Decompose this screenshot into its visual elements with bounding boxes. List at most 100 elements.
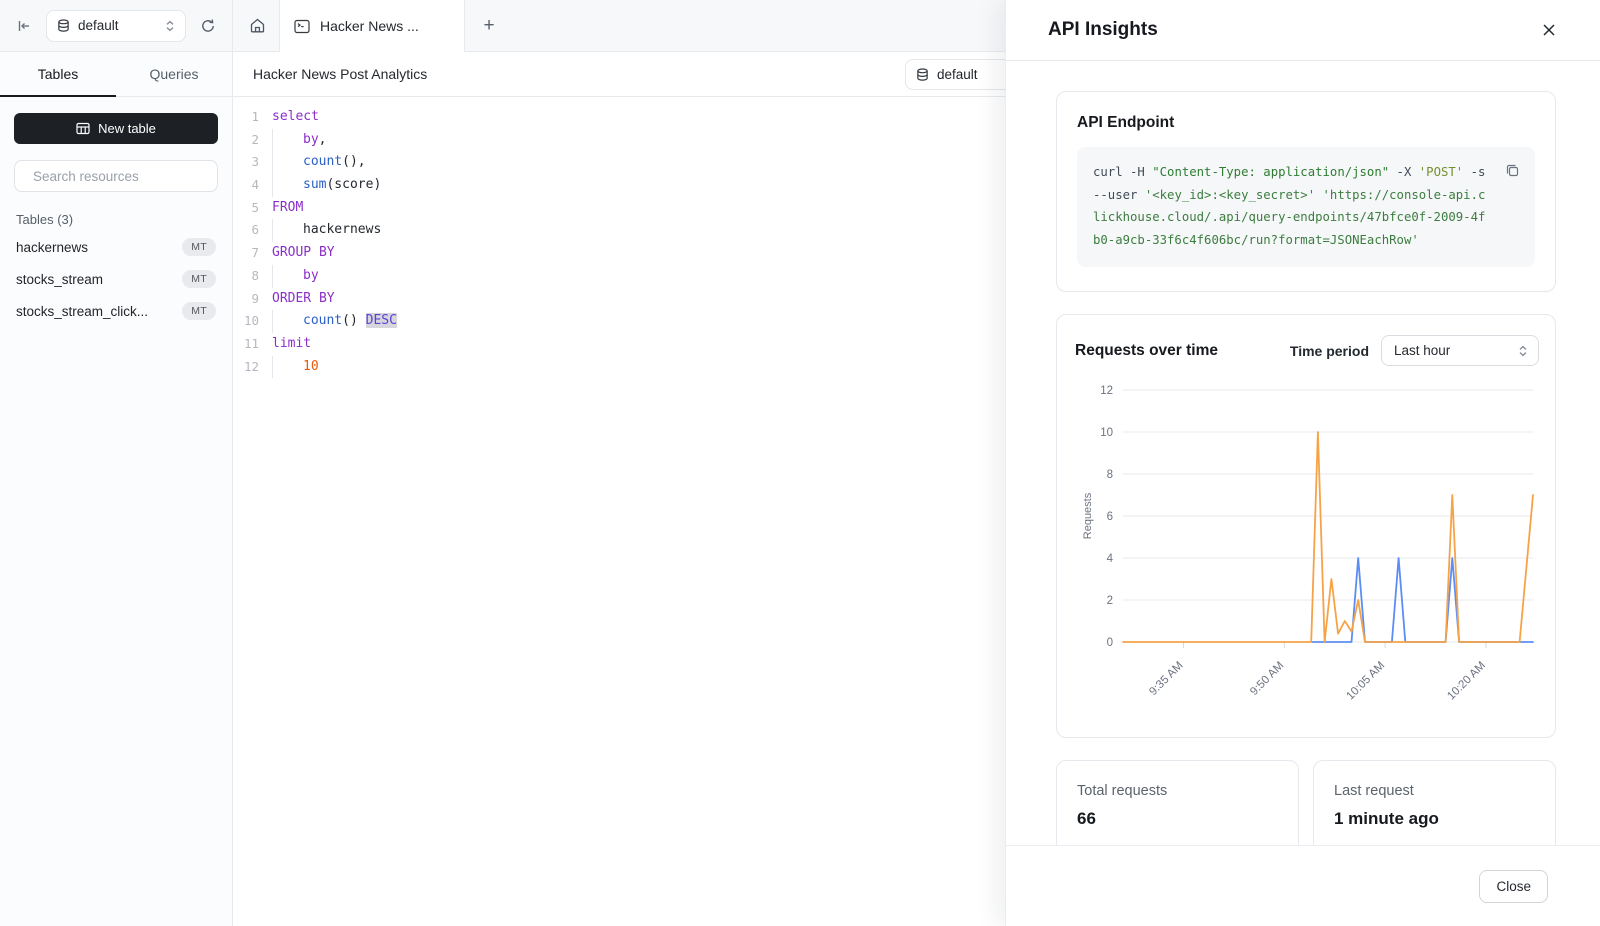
tab-tables-label: Tables <box>38 66 78 82</box>
api-endpoint-title: API Endpoint <box>1077 114 1535 132</box>
selector-chevrons-icon <box>1518 345 1528 357</box>
line-number: 1 <box>233 106 259 129</box>
line-number: 9 <box>233 288 259 311</box>
sidebar: default Tables Queries New table Tables … <box>0 0 233 926</box>
query-title: Hacker News Post Analytics <box>253 66 427 82</box>
line-number: 6 <box>233 219 259 242</box>
tab-hacker-news[interactable]: Hacker News ... <box>279 0 465 52</box>
tab-queries-label: Queries <box>149 66 198 82</box>
table-engine-badge: MT <box>182 270 216 288</box>
line-number: 8 <box>233 265 259 288</box>
code-text: 10 <box>259 356 319 379</box>
chart-header: Requests over time Time period Last hour <box>1075 335 1541 366</box>
svg-text:2: 2 <box>1107 595 1113 607</box>
table-list-item[interactable]: stocks_stream_click...MT <box>14 295 218 327</box>
line-number: 3 <box>233 151 259 174</box>
database-selector[interactable]: default <box>46 10 186 42</box>
collapse-sidebar-button[interactable] <box>10 12 38 40</box>
table-engine-badge: MT <box>182 238 216 256</box>
database-icon <box>916 68 929 82</box>
panel-body: API Endpoint curl -H "Content-Type: appl… <box>1006 61 1600 926</box>
table-list-item[interactable]: hackernews MT <box>14 231 218 263</box>
svg-text:10: 10 <box>1100 427 1113 439</box>
close-button[interactable]: Close <box>1479 870 1548 903</box>
line-number: 4 <box>233 174 259 197</box>
table-engine-badge: MT <box>182 302 216 320</box>
copy-button[interactable] <box>1499 157 1525 183</box>
code-text: hackernews <box>259 219 381 242</box>
table-icon <box>76 122 90 135</box>
sidebar-toolbar: default <box>0 0 232 52</box>
panel-footer: Close <box>1006 845 1600 926</box>
curl-command-block: curl -H "Content-Type: application/json"… <box>1077 147 1535 267</box>
chart-title: Requests over time <box>1075 342 1290 360</box>
sidebar-tabs: Tables Queries <box>0 52 232 97</box>
tab-tables[interactable]: Tables <box>0 52 116 96</box>
code-text: count() DESC <box>259 310 397 333</box>
line-number: 5 <box>233 197 259 220</box>
code-text: sum(score) <box>259 174 381 197</box>
table-name: hackernews <box>16 240 88 255</box>
collapse-left-icon <box>16 18 32 34</box>
table-list-item[interactable]: stocks_stream MT <box>14 263 218 295</box>
tables-section-label: Tables (3) <box>16 212 216 227</box>
table-name: stocks_stream <box>16 272 103 287</box>
line-number: 12 <box>233 356 259 379</box>
query-terminal-icon <box>294 19 310 34</box>
copy-icon <box>1505 163 1520 178</box>
line-number: 2 <box>233 129 259 152</box>
home-button[interactable] <box>235 0 279 51</box>
api-endpoint-card: API Endpoint curl -H "Content-Type: appl… <box>1056 91 1556 292</box>
total-requests-label: Total requests <box>1077 783 1278 799</box>
requests-chart-card: Requests over time Time period Last hour… <box>1056 314 1556 738</box>
code-text: ORDER BY <box>259 288 335 311</box>
tables-list: hackernewsMTstocks_streamMTstocks_stream… <box>14 231 218 327</box>
new-table-label: New table <box>98 121 156 136</box>
database-icon <box>57 19 70 33</box>
svg-text:4: 4 <box>1107 553 1114 565</box>
time-period-value: Last hour <box>1394 343 1518 358</box>
selector-chevrons-icon <box>165 20 175 32</box>
code-text: select <box>259 106 319 129</box>
svg-text:9:50 AM: 9:50 AM <box>1248 660 1286 698</box>
code-text: by <box>259 265 319 288</box>
line-number: 7 <box>233 242 259 265</box>
svg-text:6: 6 <box>1107 511 1113 523</box>
svg-text:0: 0 <box>1107 637 1113 649</box>
code-text: count(), <box>259 151 366 174</box>
panel-title: API Insights <box>1048 19 1158 41</box>
panel-header: API Insights <box>1006 0 1600 61</box>
api-insights-panel: API Insights API Endpoint curl -H "Conte… <box>1005 0 1600 926</box>
line-number: 10 <box>233 310 259 333</box>
database-selector-value: default <box>78 18 157 33</box>
svg-text:12: 12 <box>1100 385 1113 397</box>
search-resources-box <box>14 160 218 192</box>
svg-text:9:35 AM: 9:35 AM <box>1147 660 1185 698</box>
svg-text:10:20 AM: 10:20 AM <box>1445 660 1488 703</box>
panel-close-button[interactable] <box>1534 15 1564 45</box>
refresh-icon <box>200 18 216 34</box>
code-text: GROUP BY <box>259 242 335 265</box>
requests-chart: 0 2 4 6 8 10 12 9:35 AM 9:50 AM 10:05 AM 10:20 AM R… <box>1075 374 1541 726</box>
line-number: 11 <box>233 333 259 356</box>
code-text: FROM <box>259 197 303 220</box>
curl-command-text: curl -H "Content-Type: application/json"… <box>1093 165 1485 247</box>
svg-text:Requests: Requests <box>1082 492 1094 539</box>
code-text: limit <box>259 333 311 356</box>
tab-queries[interactable]: Queries <box>116 52 232 96</box>
app-window: default Tables Queries New table Tables … <box>0 0 1600 926</box>
last-request-label: Last request <box>1334 783 1535 799</box>
new-tab-button[interactable]: + <box>465 0 513 51</box>
total-requests-value: 66 <box>1077 809 1278 829</box>
time-period-label: Time period <box>1290 343 1369 359</box>
close-icon <box>1542 23 1556 37</box>
code-text: by, <box>259 129 326 152</box>
tab-title: Hacker News ... <box>320 18 419 34</box>
last-request-value: 1 minute ago <box>1334 809 1535 829</box>
svg-text:10:05 AM: 10:05 AM <box>1344 660 1387 703</box>
search-resources-input[interactable] <box>33 169 210 184</box>
new-table-button[interactable]: New table <box>14 113 218 144</box>
refresh-button[interactable] <box>194 12 222 40</box>
time-period-select[interactable]: Last hour <box>1381 335 1539 366</box>
svg-text:8: 8 <box>1107 469 1113 481</box>
